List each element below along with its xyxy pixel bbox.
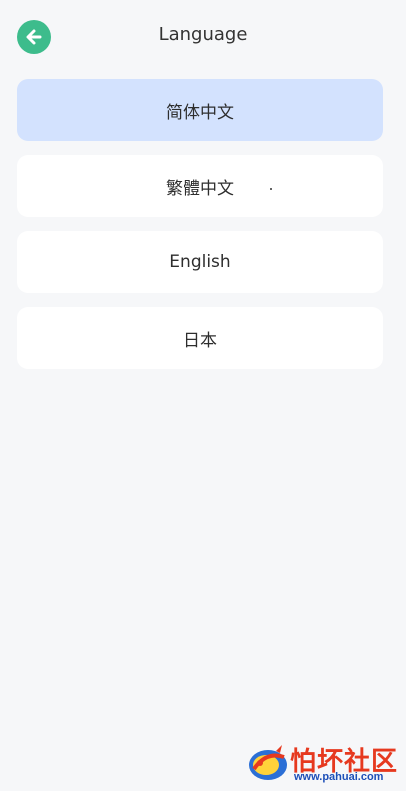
language-label: 简体中文 xyxy=(166,102,234,123)
language-label: 繁體中文 xyxy=(166,178,234,199)
watermark-url: www.pahuai.com xyxy=(294,771,384,783)
language-list: 简体中文 繁體中文 English 日本 xyxy=(17,79,383,383)
watermark-logo-icon xyxy=(249,745,287,780)
watermark: 怕坏社区 www.pahuai.com xyxy=(246,741,400,787)
language-option-traditional-chinese[interactable]: 繁體中文 xyxy=(17,155,383,217)
header: Language xyxy=(0,0,406,74)
language-option-english[interactable]: English xyxy=(17,231,383,293)
language-label: English xyxy=(169,252,231,272)
page-title: Language xyxy=(158,24,248,45)
language-option-simplified-chinese[interactable]: 简体中文 xyxy=(17,79,383,141)
language-option-japanese[interactable]: 日本 xyxy=(17,307,383,369)
dot-mark xyxy=(270,188,272,190)
language-label: 日本 xyxy=(183,330,217,351)
